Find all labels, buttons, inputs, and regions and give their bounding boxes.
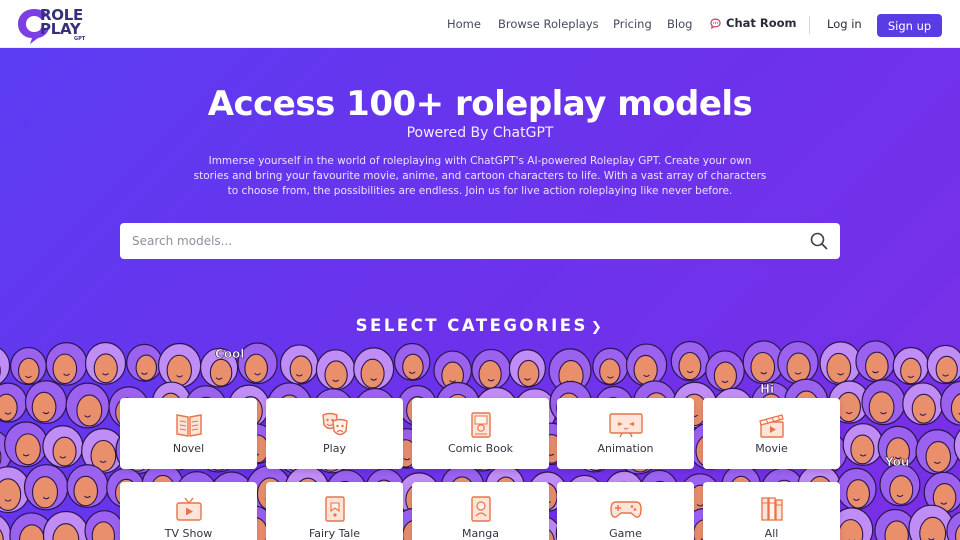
hero-title: Access 100+ roleplay models (207, 84, 753, 124)
svg-text:Cool: Cool (215, 347, 244, 361)
theater-masks-icon (321, 412, 348, 436)
signup-button[interactable]: Sign up (877, 14, 942, 37)
chat-bubble-icon (710, 18, 721, 29)
nav-browse-roleplays-link[interactable]: Browse Roleplays (498, 17, 599, 31)
search-bar (120, 223, 840, 259)
category-card-fairy-tale[interactable]: Fairy Tale (266, 482, 403, 540)
category-card-novel[interactable]: Novel (120, 398, 257, 469)
svg-text:You: You (884, 455, 909, 469)
category-card-manga[interactable]: Manga (412, 482, 549, 540)
category-label: Animation (597, 442, 654, 455)
category-label: Comic Book (447, 442, 514, 455)
category-label: Movie (755, 442, 788, 455)
top-navbar: ROLE PLAY GPT Home Browse Roleplays Pric… (0, 0, 960, 48)
gamepad-icon (609, 501, 642, 518)
category-card-play[interactable]: Play (266, 398, 403, 469)
svg-text:Hi: Hi (760, 382, 774, 396)
library-books-icon (760, 497, 783, 521)
select-categories-heading: SELECT CATEGORIES ❯ (0, 316, 960, 335)
clapperboard-icon (758, 414, 784, 438)
chevron-right-icon: ❯ (590, 320, 605, 335)
category-card-movie[interactable]: Movie (703, 398, 840, 469)
hero-description: Immerse yourself in the world of rolepla… (193, 155, 767, 197)
category-card-comic-book[interactable]: Comic Book (412, 398, 549, 469)
nav-chat-room-link[interactable]: Chat Room (710, 16, 797, 30)
tv-icon (175, 497, 202, 521)
login-link[interactable]: Log in (827, 17, 862, 31)
category-card-tv-show[interactable]: TV Show (120, 482, 257, 540)
nav-blog-link[interactable]: Blog (667, 17, 692, 31)
fairy-tale-book-icon (324, 496, 345, 522)
hero-subtitle: Powered By ChatGPT (406, 125, 554, 141)
search-icon[interactable] (810, 232, 828, 250)
select-categories-label: SELECT CATEGORIES (355, 316, 588, 335)
nav-divider (809, 16, 810, 34)
main-nav: Home Browse Roleplays Pricing Blog Chat … (0, 0, 960, 48)
category-label: TV Show (164, 527, 213, 540)
category-card-game[interactable]: Game (557, 482, 694, 540)
manga-book-icon (470, 496, 491, 522)
search-input[interactable] (132, 224, 792, 258)
category-label: Fairy Tale (308, 527, 361, 540)
comic-book-icon (470, 412, 491, 438)
category-label: Manga (462, 527, 499, 540)
category-card-animation[interactable]: Animation (557, 398, 694, 469)
nav-pricing-link[interactable]: Pricing (613, 17, 652, 31)
category-label: Play (323, 442, 346, 455)
nav-home-link[interactable]: Home (447, 17, 481, 31)
category-label: All (764, 527, 779, 540)
animation-screen-icon (608, 413, 643, 438)
hero-section: Cool Hi You Access 100+ roleplay models Po… (0, 48, 960, 540)
book-icon (175, 414, 202, 437)
category-label: Game (609, 527, 642, 540)
nav-chat-room-label: Chat Room (726, 16, 797, 30)
category-label: Novel (172, 442, 205, 455)
category-card-all[interactable]: All (703, 482, 840, 540)
